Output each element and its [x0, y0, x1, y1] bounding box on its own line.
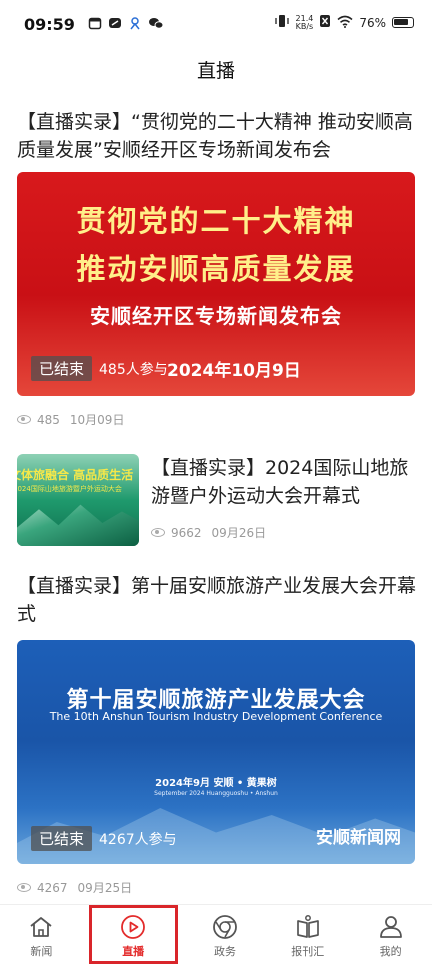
tab-label: 直播	[122, 945, 145, 958]
bottom-tab-bar: 新闻 直播 政务 报刊汇 我的	[0, 904, 432, 964]
network-speed-unit: KB/s	[295, 21, 314, 31]
status-bar: 09:59 21.4 KB/s 76%	[0, 0, 432, 46]
feed-item-title[interactable]: 【直播实录】“贯彻党的二十大精神 推动安顺高质量发展”安顺经开区专场新闻发布会	[17, 108, 417, 164]
banner-line4: September 2024 Huangguoshu • Anshun	[154, 790, 278, 797]
network-speed: 21.4 KB/s	[295, 14, 314, 31]
play-icon	[121, 915, 146, 939]
publish-date: 09月25日	[77, 881, 133, 895]
status-time: 09:59	[24, 15, 75, 34]
sim-icon	[319, 14, 331, 31]
wechat-icon	[148, 15, 164, 29]
tab-label: 新闻	[30, 945, 53, 958]
tab-government[interactable]: 政务	[184, 905, 267, 964]
tab-label: 报刊汇	[291, 945, 325, 958]
feed-item-title[interactable]: 【直播实录】2024国际山地旅游暨户外运动大会开幕式	[151, 454, 417, 510]
eye-icon	[17, 883, 31, 892]
banner-line1: 贯彻党的二十大精神	[76, 204, 356, 238]
feed-item-banner[interactable]: 贯彻党的二十大精神 推动安顺高质量发展 安顺经开区专场新闻发布会 2024年10…	[17, 172, 415, 396]
feed-item-meta: 485 10月09日	[17, 411, 124, 428]
view-count: 9662	[171, 525, 202, 540]
feed-item-small[interactable]: 文体旅融合 高品质生活 2024国际山地旅游暨户外运动大会 【直播实录】2024…	[17, 454, 417, 554]
status-badge: 已结束	[31, 826, 93, 851]
tab-label: 我的	[379, 945, 402, 958]
banner-line3: 2024年9月 安顺 • 黄果树	[155, 778, 277, 789]
notification-icons	[88, 15, 164, 30]
banner-line2: 推动安顺高质量发展	[76, 252, 356, 286]
globe-icon	[213, 915, 237, 939]
feed-item-thumbnail[interactable]: 文体旅融合 高品质生活 2024国际山地旅游暨户外运动大会	[17, 454, 139, 546]
mountain-graphic	[17, 504, 139, 546]
page-title: 直播	[196, 60, 235, 82]
publish-date: 10月09日	[69, 413, 125, 427]
banner-date: 2024年10月9日	[167, 361, 301, 381]
participant-count: 485人参与	[99, 362, 168, 378]
battery-icon	[392, 17, 414, 28]
tab-mine[interactable]: 我的	[349, 905, 432, 964]
eye-icon	[151, 528, 165, 537]
tab-label: 政务	[213, 945, 236, 958]
feed-item-meta: 9662 09月26日	[151, 524, 266, 541]
user-icon	[379, 916, 402, 938]
view-count: 4267	[37, 880, 68, 895]
status-badge: 已结束	[31, 356, 93, 381]
app-icon	[128, 15, 142, 30]
status-right: 21.4 KB/s 76%	[274, 14, 414, 31]
participant-count: 4267人参与	[99, 832, 177, 848]
tab-live[interactable]: 直播	[88, 905, 178, 964]
feed-item-title[interactable]: 【直播实录】第十届安顺旅游产业发展大会开幕式	[17, 572, 417, 628]
watermark: 安顺新闻网	[316, 828, 401, 848]
view-count: 485	[37, 412, 60, 427]
thumb-line2: 2024国际山地旅游暨户外运动大会	[17, 485, 122, 493]
top-navbar: 直播	[0, 46, 432, 96]
eye-icon	[17, 415, 31, 424]
live-feed-list[interactable]: 【直播实录】“贯彻党的二十大精神 推动安顺高质量发展”安顺经开区专场新闻发布会 …	[0, 96, 432, 904]
banner-line2: The 10th Anshun Tourism Industry Develop…	[49, 710, 383, 723]
calendar-icon	[88, 15, 102, 30]
feed-item-meta: 4267 09月25日	[17, 879, 132, 896]
book-icon	[296, 915, 319, 938]
publish-date: 09月26日	[211, 526, 267, 540]
vibrate-icon	[274, 14, 290, 31]
feed-item-banner[interactable]: 第十届安顺旅游产业发展大会 The 10th Anshun Tourism In…	[17, 640, 415, 864]
link-icon	[108, 15, 122, 29]
home-icon	[30, 917, 52, 937]
battery-percent: 76%	[359, 15, 386, 30]
wifi-icon	[337, 15, 353, 31]
tab-news[interactable]: 新闻	[0, 905, 83, 964]
banner-line3: 安顺经开区专场新闻发布会	[90, 304, 342, 328]
thumb-line1: 文体旅融合 高品质生活	[17, 468, 134, 482]
tab-newspapers[interactable]: 报刊汇	[266, 905, 349, 964]
